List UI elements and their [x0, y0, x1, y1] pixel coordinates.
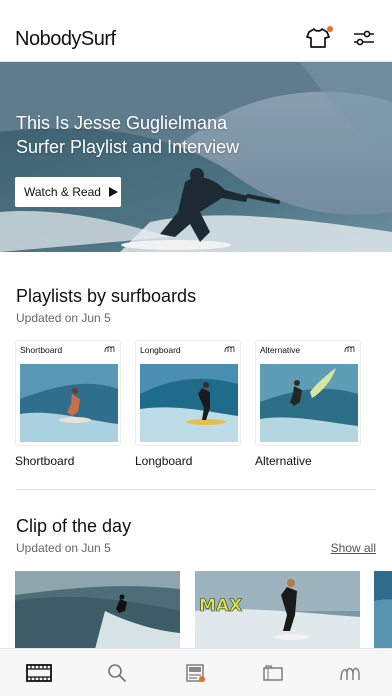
playlist-name: Longboard [135, 454, 193, 468]
clip-thumbnail [15, 571, 180, 649]
hero-banner[interactable]: This Is Jesse Guglielmana Surfer Playlis… [0, 62, 392, 252]
notification-dot [199, 676, 205, 682]
section-divider [16, 489, 376, 490]
hero-title: This Is Jesse Guglielmana [16, 113, 228, 133]
clip-of-day-updated: Updated on Jun 5 [16, 541, 111, 555]
nobodysurf-logo-icon [344, 346, 355, 353]
longboard-thumbnail [140, 364, 238, 442]
hero-subtitle: Surfer Playlist and Interview [16, 137, 240, 157]
tab-videos[interactable] [0, 649, 78, 696]
nobodysurf-logo-icon [224, 346, 235, 353]
clip-thumbnail [374, 571, 392, 649]
playlist-card: Longboard [135, 340, 241, 446]
folder-icon [263, 665, 283, 681]
playlist-name: Alternative [255, 454, 312, 468]
watch-and-read-label: Watch & Read [24, 185, 101, 199]
app-header: NobodySurf [0, 0, 392, 62]
playlist-card: Alternative [255, 340, 361, 446]
clip-banner-text: MAX [199, 596, 242, 616]
notification-dot [327, 26, 333, 32]
surfboard-playlists: Shortboard Shortboard Longboard Longboar… [15, 340, 392, 470]
playlists-updated: Updated on Jun 5 [16, 311, 111, 325]
playlist-card-label: Longboard [140, 345, 181, 355]
clip-carousel: MAX [15, 571, 392, 649]
playlist-shortboard[interactable]: Shortboard Shortboard [15, 340, 121, 468]
playlist-card: Shortboard [15, 340, 121, 446]
clip-thumbnail: MAX [195, 571, 360, 649]
show-all-link[interactable]: Show all [331, 541, 376, 555]
search-icon [108, 664, 126, 682]
shortboard-thumbnail [20, 364, 118, 442]
app-logo[interactable]: NobodySurf [15, 28, 116, 51]
clip-card[interactable] [15, 571, 180, 649]
tab-nobodysurf[interactable] [312, 649, 390, 696]
shop-button[interactable] [306, 26, 333, 51]
bottom-tab-bar [0, 648, 392, 696]
clip-of-day-title: Clip of the day [16, 516, 132, 536]
logo-waves-icon [340, 667, 360, 681]
clip-card[interactable] [374, 571, 392, 649]
sliders-icon [354, 30, 374, 46]
tab-search[interactable] [78, 649, 156, 696]
play-icon [108, 187, 118, 197]
film-icon [26, 664, 52, 682]
playlist-name: Shortboard [15, 454, 75, 468]
alternative-thumbnail [260, 364, 358, 442]
playlist-card-label: Shortboard [20, 345, 63, 355]
tab-articles[interactable] [156, 649, 234, 696]
settings-button[interactable] [352, 28, 378, 50]
nobodysurf-logo-icon [104, 346, 115, 353]
playlist-longboard[interactable]: Longboard Longboard [135, 340, 241, 468]
playlists-title: Playlists by surfboards [16, 286, 197, 306]
playlist-card-label: Alternative [260, 345, 301, 355]
tab-library[interactable] [234, 649, 312, 696]
playlist-alternative[interactable]: Alternative Alternative [255, 340, 361, 468]
clip-card[interactable]: MAX [195, 571, 360, 649]
watch-and-read-button[interactable]: Watch & Read [15, 177, 121, 207]
